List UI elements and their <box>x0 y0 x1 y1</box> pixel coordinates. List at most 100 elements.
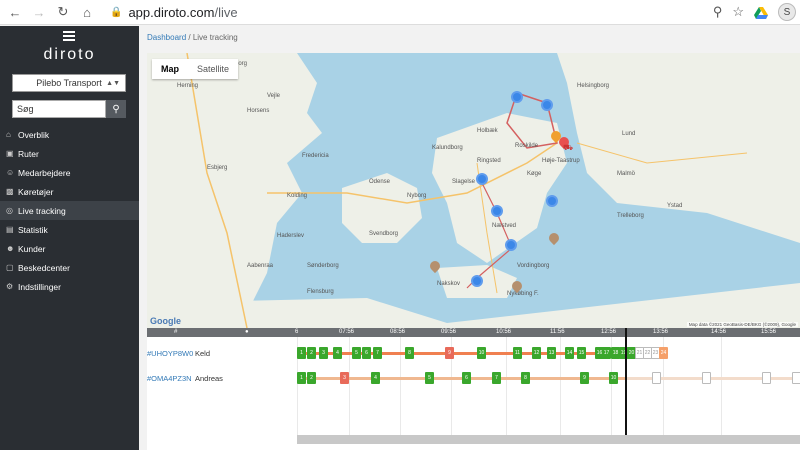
select-arrows-icon: ▲▼ <box>106 79 120 87</box>
axis-label: 15:56 <box>761 329 777 335</box>
place-label: Horsens <box>247 108 270 114</box>
sidebar-item-label: Køretøjer <box>18 186 54 197</box>
vehicle-cluster-marker[interactable] <box>491 205 503 217</box>
sidebar-item-statistik[interactable]: ▤ Statistik <box>0 220 139 239</box>
route-stop-chip[interactable]: 13 <box>547 347 556 359</box>
company-select[interactable]: Pilebo Transport ▲▼ <box>12 74 126 92</box>
timeline-axis: # ● 6 07:56 08:56 09:56 10:56 11:56 12:5… <box>147 328 800 337</box>
route-stop-chip[interactable]: 2 <box>307 347 316 359</box>
route-stop-chip[interactable]: 3 <box>340 372 349 384</box>
route-stop-chip[interactable]: 3 <box>319 347 328 359</box>
axis-label: 08:56 <box>390 329 406 335</box>
star-icon[interactable]: ☆ <box>732 4 744 20</box>
vehicle-cluster-marker[interactable] <box>471 275 483 287</box>
route-stop-chip[interactable]: 1 <box>297 372 306 384</box>
vehicle-id-link[interactable]: #OMA4PZ3N <box>147 374 192 383</box>
route-stop-chip[interactable]: 7 <box>492 372 501 384</box>
axis-label: 13:56 <box>653 329 669 335</box>
sidebar-item-kunder[interactable]: ☻ Kunder <box>0 239 139 258</box>
sidebar-item-label: Beskedcenter <box>18 262 70 273</box>
truck-icon[interactable]: ⛟ <box>563 143 573 153</box>
route-stop-chip[interactable]: 9 <box>580 372 589 384</box>
timeline-row[interactable]: #UHOYP8W0 Keld 1 2 3 4 5 6 7 8 9 10 11 12 13 14 15 16 17… <box>147 345 800 361</box>
vehicle-cluster-marker[interactable] <box>476 173 488 185</box>
axis-label: 14:56 <box>711 329 727 335</box>
url-host: app.diroto.com <box>128 4 215 20</box>
route-stop-chip[interactable]: 8 <box>521 372 530 384</box>
place-label: Svendborg <box>369 231 399 237</box>
axis-label: 11:56 <box>550 329 565 335</box>
address-bar[interactable]: 🔒 app.diroto.com /live <box>110 3 713 22</box>
route-stop-chip[interactable]: 7 <box>373 347 382 359</box>
google-drive-icon[interactable] <box>754 6 768 19</box>
route-stop-chip[interactable]: 1 <box>297 347 306 359</box>
route-stop-chip[interactable] <box>792 372 800 384</box>
forward-icon[interactable]: → <box>30 3 48 21</box>
route-stop-chip[interactable]: 24 <box>659 347 668 359</box>
map-attribution: Map data ©2021 GeoBasis-DE/BKG (©2009), … <box>686 322 798 327</box>
sidebar-item-indstillinger[interactable]: ⚙ Indstillinger <box>0 277 139 296</box>
sidebar-item-ruter[interactable]: ▣ Ruter <box>0 144 139 163</box>
sidebar-item-live-tracking[interactable]: ◎ Live tracking <box>0 201 139 220</box>
route-stop-chip[interactable]: 4 <box>371 372 380 384</box>
route-stop-chip[interactable] <box>762 372 771 384</box>
place-label: Køge <box>527 171 542 177</box>
vehicle-id-link[interactable]: #UHOYP8W0 <box>147 349 193 358</box>
sidebar-item-label: Kunder <box>18 243 46 254</box>
home-icon[interactable]: ⌂ <box>78 3 96 21</box>
live-map[interactable]: Map Satellite Helsingborg Malmö Lund Ros… <box>147 53 800 328</box>
route-stop-chip[interactable] <box>652 372 661 384</box>
vehicle-cluster-marker[interactable] <box>546 195 558 207</box>
vehicle-cluster-marker[interactable] <box>541 99 553 111</box>
route-stop-chip[interactable]: 11 <box>513 347 522 359</box>
browser-toolbar: ← → ↻ ⌂ 🔒 app.diroto.com /live ⚲ ☆ S <box>0 0 800 25</box>
reload-icon[interactable]: ↻ <box>54 3 72 21</box>
breadcrumb: Dashboard / Live tracking <box>147 33 238 42</box>
timeline-row[interactable]: #OMA4PZ3N Andreas 1 2 3 4 5 6 7 8 9 10 <box>147 370 800 386</box>
sidebar-item-beskedcenter[interactable]: ▢ Beskedcenter <box>0 258 139 277</box>
vehicle-cluster-marker[interactable] <box>511 91 523 103</box>
profile-avatar[interactable]: S <box>778 3 796 21</box>
search-button[interactable]: ⚲ <box>106 100 126 118</box>
route-stop-chip[interactable]: 6 <box>462 372 471 384</box>
route-stop-chip[interactable]: 15 <box>577 347 586 359</box>
route-stop-chip[interactable]: 2 <box>307 372 316 384</box>
place-label: Roskilde <box>515 143 539 149</box>
sidebar-item-medarbejdere[interactable]: ☺ Medarbejdere <box>0 163 139 182</box>
route-stop-chip[interactable]: 5 <box>352 347 361 359</box>
place-label: Kolding <box>287 193 308 199</box>
tab-satellite[interactable]: Satellite <box>188 59 238 79</box>
place-label: Esbjerg <box>207 165 228 171</box>
route-stop-chip[interactable]: 17 <box>602 347 611 359</box>
lock-icon: 🔒 <box>110 6 123 18</box>
route-stop-chip[interactable]: 8 <box>405 347 414 359</box>
route-stop-chip[interactable]: 6 <box>362 347 371 359</box>
timeline-scrollbar[interactable] <box>297 435 800 444</box>
route-stop-chip[interactable]: 10 <box>609 372 618 384</box>
users-icon: ☺ <box>6 168 15 177</box>
route-stop-chip[interactable]: 5 <box>425 372 434 384</box>
search-icon: ⚲ <box>112 103 120 115</box>
place-label: Aabenraa <box>247 263 274 269</box>
menu-toggle-icon[interactable] <box>63 31 75 43</box>
route-stop-chip[interactable]: 12 <box>532 347 541 359</box>
url-path: /live <box>214 4 238 20</box>
breadcrumb-dashboard-link[interactable]: Dashboard <box>147 33 186 42</box>
back-icon[interactable]: ← <box>6 3 24 21</box>
route-stop-chip[interactable]: 9 <box>445 347 454 359</box>
route-stop-chip[interactable]: 4 <box>333 347 342 359</box>
zoom-icon[interactable]: ⚲ <box>713 4 723 20</box>
route-stop-chip[interactable] <box>702 372 711 384</box>
search-input[interactable]: Søg <box>12 100 106 118</box>
vehicle-cluster-marker[interactable] <box>505 239 517 251</box>
sidebar-item-overblik[interactable]: ⌂ Overblik <box>0 125 139 144</box>
place-label: Haderslev <box>277 233 305 239</box>
place-label: Malmö <box>617 171 636 177</box>
route-stop-chip[interactable]: 14 <box>565 347 574 359</box>
place-label: Herning <box>177 83 199 89</box>
sidebar-item-koretojer[interactable]: ▩ Køretøjer <box>0 182 139 201</box>
route-stop-chip[interactable]: 10 <box>477 347 486 359</box>
tab-map[interactable]: Map <box>152 59 188 79</box>
customer-icon: ☻ <box>6 244 15 253</box>
place-label: Nakskov <box>437 281 461 287</box>
